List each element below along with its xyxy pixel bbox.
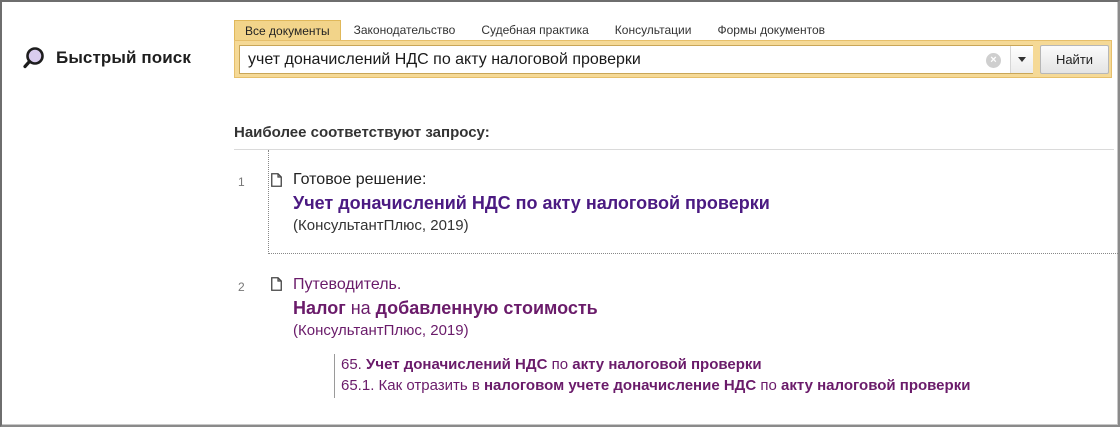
result-type: Путеводитель. [293, 276, 402, 293]
quick-search-header: Быстрый поиск [22, 46, 191, 70]
chevron-down-icon [1018, 57, 1026, 62]
search-input-value[interactable]: учет доначислений НДС по акту налоговой … [248, 51, 641, 69]
document-icon [271, 173, 282, 187]
result-number: 1 [238, 175, 245, 189]
document-icon [271, 277, 282, 291]
result-title-link[interactable]: Налог на добавленную стоимость [293, 298, 598, 319]
result-source: (КонсультантПлюс, 2019) [293, 322, 469, 339]
clear-search-icon[interactable]: × [986, 53, 1001, 68]
result-title-link[interactable]: Учет доначислений НДС по акту налоговой … [293, 193, 770, 214]
result-fragments: 65. Учет доначислений НДС по акту налого… [334, 354, 970, 398]
tab-consultations[interactable]: Консультации [602, 20, 705, 40]
tab-court-practice[interactable]: Судебная практика [468, 20, 601, 40]
results-heading: Наиболее соответствуют запросу: [234, 124, 490, 141]
tab-document-forms[interactable]: Формы документов [704, 20, 838, 40]
result-source: (КонсультантПлюс, 2019) [293, 217, 469, 234]
search-icon [22, 46, 46, 70]
tab-legislation[interactable]: Законодательство [341, 20, 469, 40]
search-input[interactable]: учет доначислений НДС по акту налоговой … [239, 45, 1033, 74]
result-type: Готовое решение: [293, 171, 427, 188]
quick-search-title: Быстрый поиск [56, 48, 191, 67]
tab-all-documents[interactable]: Все документы [234, 20, 341, 40]
result-number: 2 [238, 280, 245, 294]
fragment-link[interactable]: 65.1. Как отразить в налоговом учете дон… [341, 375, 970, 396]
search-scope-tabs: Все документы Законодательство Судебная … [234, 20, 838, 40]
fragment-link[interactable]: 65. Учет доначислений НДС по акту налого… [341, 354, 970, 375]
search-history-dropdown[interactable] [1010, 46, 1033, 73]
search-panel: учет доначислений НДС по акту налоговой … [234, 40, 1112, 78]
find-button[interactable]: Найти [1040, 45, 1109, 74]
